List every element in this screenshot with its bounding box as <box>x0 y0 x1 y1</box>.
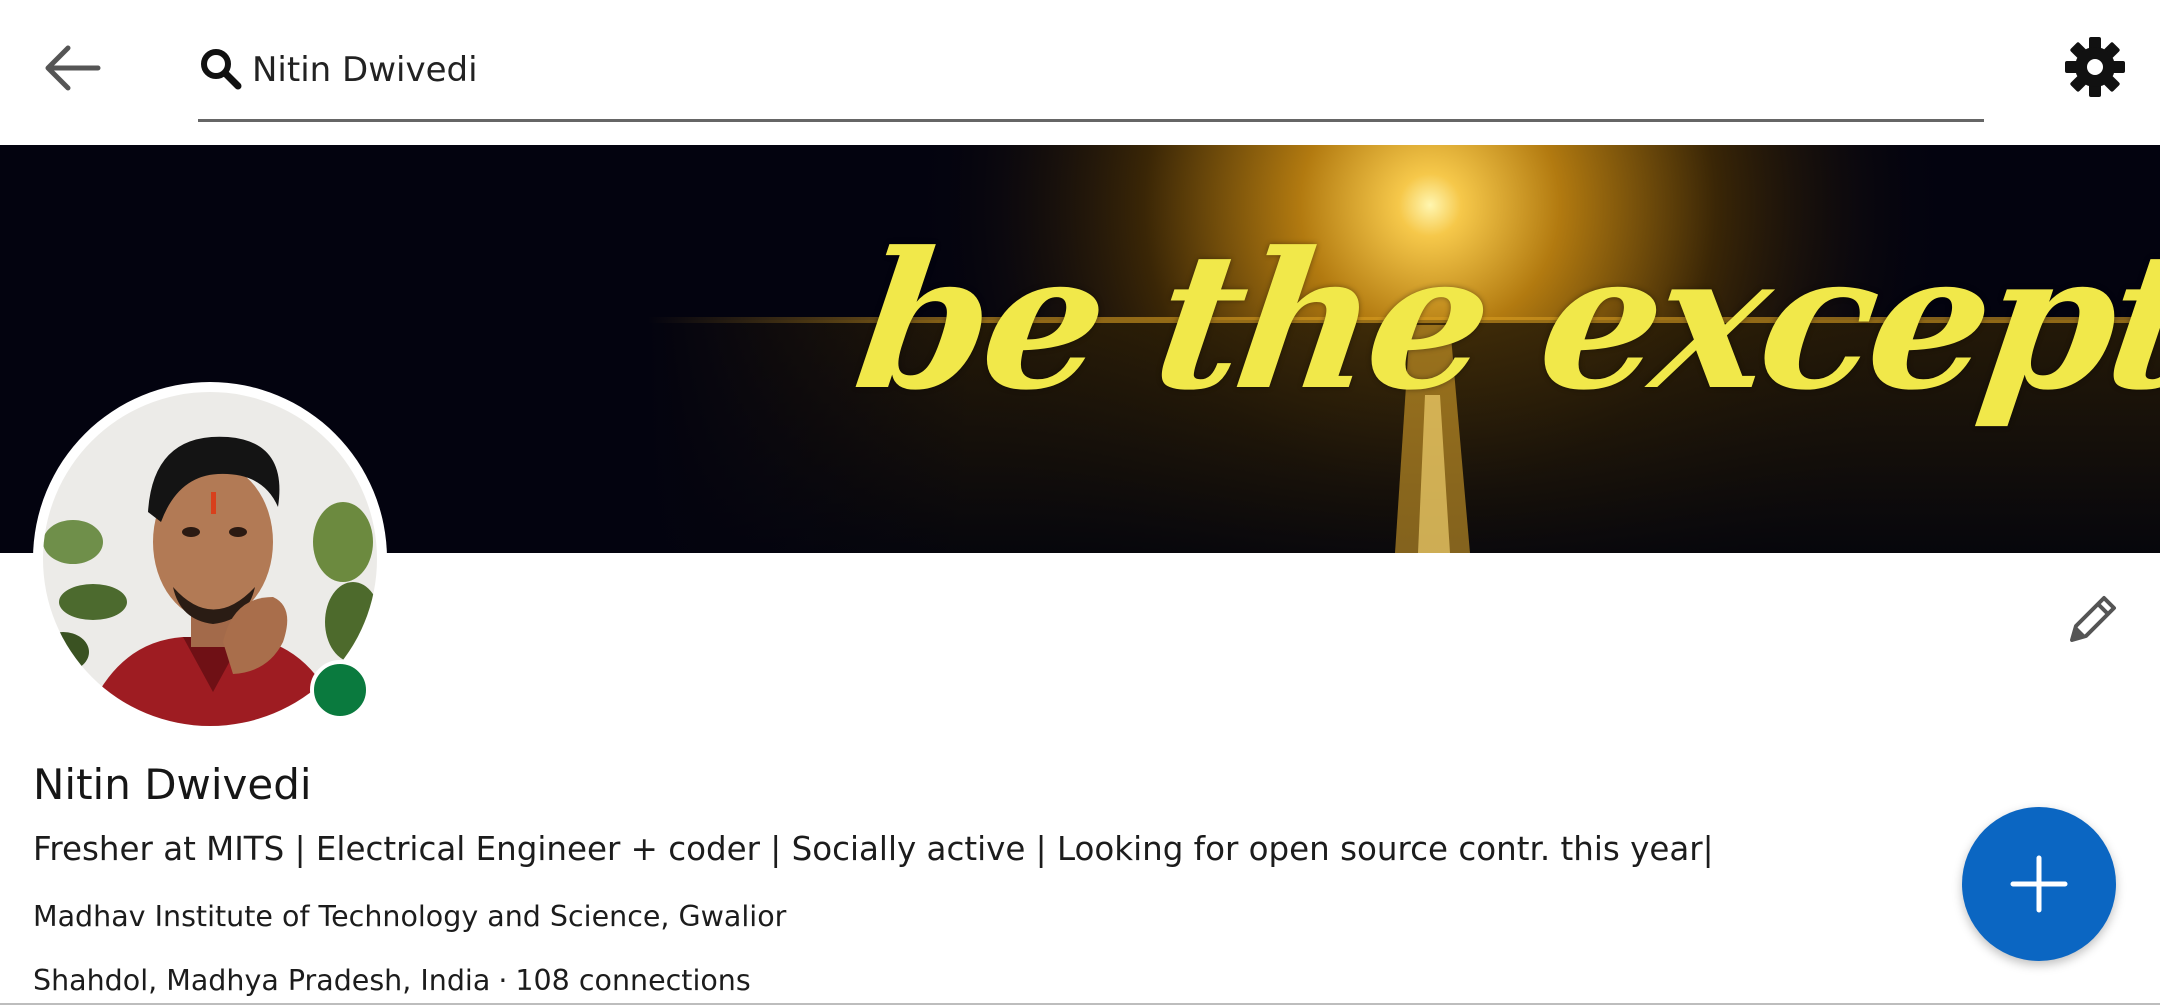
separator-dot: · <box>498 964 508 997</box>
add-button[interactable] <box>1962 807 2116 961</box>
back-button[interactable] <box>36 28 116 108</box>
search-input[interactable] <box>252 40 1952 100</box>
profile-name: Nitin Dwivedi <box>33 760 312 809</box>
profile-headline: Fresher at MITS | Electrical Engineer + … <box>33 830 1714 868</box>
cover-text: be the exception <box>844 211 2160 432</box>
settings-button[interactable] <box>2062 34 2128 100</box>
online-status-indicator <box>310 660 370 720</box>
gear-icon <box>2065 37 2125 97</box>
location-and-connections: Shahdol, Madhya Pradesh, India · 108 conne… <box>33 964 751 997</box>
pencil-icon <box>2070 596 2116 642</box>
profile-school[interactable]: Madhav Institute of Technology and Scien… <box>33 900 786 933</box>
plus-icon <box>2010 855 2068 913</box>
arrow-left-icon <box>45 45 101 91</box>
top-app-bar <box>0 0 2160 145</box>
profile-screen: be the exception <box>0 0 2160 1005</box>
edit-profile-button[interactable] <box>2062 588 2124 650</box>
search-icon <box>198 46 242 90</box>
connections-link[interactable]: 108 connections <box>515 964 750 997</box>
search-bar[interactable] <box>198 30 1984 122</box>
profile-location: Shahdol, Madhya Pradesh, India <box>33 964 491 997</box>
